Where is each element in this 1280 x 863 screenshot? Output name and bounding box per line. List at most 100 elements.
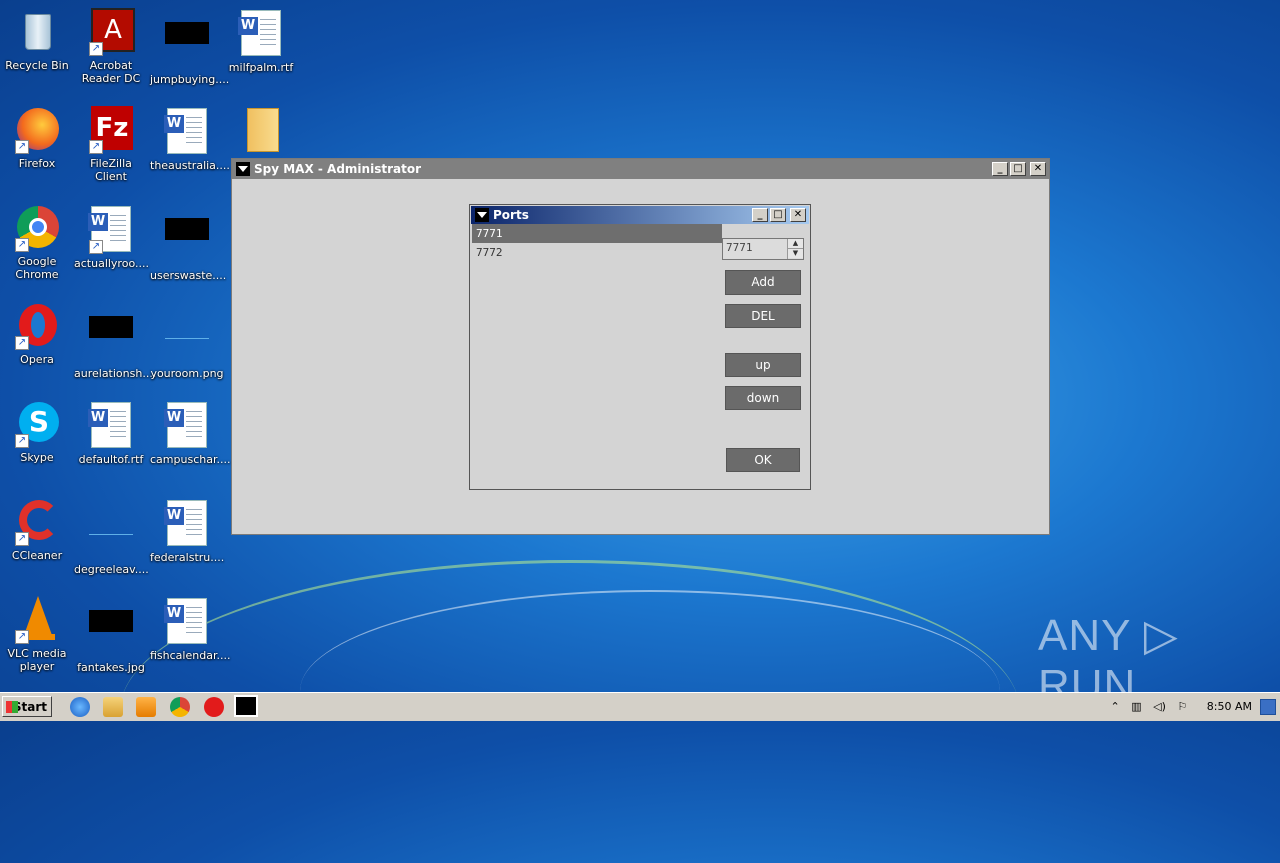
desktop-icon-redacted[interactable]: fantakes.jpg — [74, 596, 148, 674]
word-doc-icon: W — [87, 402, 135, 450]
ie-icon[interactable] — [70, 697, 90, 717]
chrome-taskbar-icon[interactable] — [170, 697, 190, 717]
desktop-icon-label: VLC media player — [7, 647, 67, 673]
desktop-icon-label: defaultof.rtf — [78, 453, 144, 466]
desktop-icon-label: degreeleav.... — [74, 563, 149, 576]
desktop-icon-vlc[interactable]: ↗ VLC media player — [0, 596, 74, 673]
spymax-taskbar-icon[interactable] — [234, 695, 258, 717]
recycle-bin-icon — [13, 8, 61, 56]
ccleaner-icon: ↗ — [13, 498, 61, 546]
desktop-icon-skype[interactable]: S ↗ Skype — [0, 400, 74, 464]
filezilla-icon: Fz ↗ — [87, 106, 135, 154]
windows-logo-icon — [6, 701, 18, 713]
desktop-icon-label: Firefox — [18, 157, 56, 170]
desktop-icon-image[interactable]: youroom.png — [150, 302, 224, 380]
desktop-icon-word[interactable]: W campuschar.... — [150, 400, 231, 466]
maximize-button[interactable]: □ — [770, 208, 786, 222]
vlc-icon: ↗ — [13, 596, 61, 644]
folder-icon — [237, 106, 285, 154]
desktop-icon-acrobat[interactable]: A ↗ Acrobat Reader DC — [74, 8, 148, 85]
action-center-flag-icon[interactable]: ⚐ — [1177, 700, 1187, 713]
image-file-icon — [87, 512, 135, 560]
desktop-icon-label: campuschar.... — [150, 453, 231, 466]
down-button[interactable]: down — [725, 386, 801, 410]
up-button[interactable]: up — [725, 353, 801, 377]
close-button[interactable]: ✕ — [1030, 162, 1046, 176]
add-button[interactable]: Add — [725, 270, 801, 295]
acrobat-icon: A ↗ — [87, 8, 135, 56]
del-button[interactable]: DEL — [725, 304, 801, 328]
desktop-icon-word[interactable]: W defaultof.rtf — [74, 400, 148, 466]
desktop-icon-label: Google Chrome — [15, 255, 59, 281]
desktop-icon-folder[interactable] — [224, 106, 298, 157]
shortcut-arrow-icon: ↗ — [89, 140, 103, 154]
system-tray: ⌃ ▥ ◁) ⚐ 8:50 AM — [1111, 696, 1252, 718]
ports-dialog-titlebar[interactable]: Ports _ □ ✕ — [471, 206, 809, 224]
show-hidden-icons-icon[interactable]: ⌃ — [1111, 700, 1120, 713]
app-icon — [475, 208, 489, 222]
network-icon[interactable]: ▥ — [1131, 700, 1141, 713]
spin-up-icon[interactable]: ▲ — [788, 239, 803, 249]
port-spinbox[interactable]: 7771 ▲ ▼ — [722, 238, 804, 260]
shortcut-arrow-icon: ↗ — [15, 630, 29, 644]
port-spin-value[interactable]: 7771 — [726, 241, 753, 254]
desktop-icon-recycle-bin[interactable]: Recycle Bin — [0, 8, 74, 72]
desktop-icon-label: Skype — [20, 451, 54, 464]
desktop-icon-word[interactable]: W milfpalm.rtf — [224, 8, 298, 74]
shortcut-arrow-icon: ↗ — [15, 238, 29, 252]
main-window-title: Spy MAX - Administrator — [254, 162, 421, 176]
word-doc-icon: W — [163, 598, 211, 646]
desktop-icon-label: actuallyroo.... — [74, 257, 149, 270]
maximize-button[interactable]: □ — [1010, 162, 1026, 176]
list-item[interactable]: 7772 — [472, 243, 722, 262]
spin-down-icon[interactable]: ▼ — [788, 249, 803, 258]
app-icon — [236, 162, 250, 176]
desktop-icon-opera[interactable]: ↗ Opera — [0, 302, 74, 366]
list-item[interactable]: 7771 — [472, 224, 722, 243]
explorer-icon[interactable] — [103, 697, 123, 717]
volume-icon[interactable]: ◁) — [1153, 700, 1166, 713]
ports-list[interactable]: 7771 7772 — [472, 224, 722, 486]
desktop-icon-label: fishcalendar.... — [150, 649, 231, 662]
show-desktop-button[interactable] — [1260, 699, 1276, 715]
word-doc-icon: W — [163, 402, 211, 450]
main-window-titlebar[interactable]: Spy MAX - Administrator _ □ ✕ — [232, 159, 1049, 179]
shortcut-arrow-icon: ↗ — [15, 140, 29, 154]
desktop-icon-label: theaustralia.... — [150, 159, 230, 172]
image-file-icon — [163, 316, 211, 364]
redacted-file-icon — [87, 610, 135, 658]
desktop-icon-word[interactable]: W fishcalendar.... — [150, 596, 231, 662]
desktop-icon-label: federalstru.... — [150, 551, 225, 564]
opera-icon: ↗ — [13, 302, 61, 350]
desktop-icon-word[interactable]: W federalstru.... — [150, 498, 224, 564]
media-player-icon[interactable] — [136, 697, 156, 717]
redacted-file-icon — [87, 316, 135, 364]
ok-button[interactable]: OK — [726, 448, 800, 472]
minimize-button[interactable]: _ — [992, 162, 1008, 176]
desktop-icon-redacted[interactable]: aurelationsh.... — [74, 302, 156, 380]
desktop-icon-redacted[interactable]: jumpbuying.... — [150, 8, 230, 86]
desktop-icon-filezilla[interactable]: Fz ↗ FileZilla Client — [74, 106, 148, 183]
desktop-icon-label: jumpbuying.... — [150, 73, 230, 86]
word-doc-icon: W — [237, 10, 285, 58]
minimize-button[interactable]: _ — [752, 208, 768, 222]
clock[interactable]: 8:50 AM — [1207, 700, 1252, 713]
desktop-icon-chrome[interactable]: ↗ Google Chrome — [0, 204, 74, 281]
desktop-icon-word[interactable]: W ↗ actuallyroo.... — [74, 204, 149, 270]
word-doc-icon: W — [163, 500, 211, 548]
desktop-icon-word[interactable]: W theaustralia.... — [150, 106, 230, 172]
desktop-icon-label: FileZilla Client — [90, 157, 132, 183]
start-button[interactable]: Start — [2, 696, 52, 717]
word-doc-icon: W — [163, 108, 211, 156]
opera-taskbar-icon[interactable] — [204, 697, 224, 717]
desktop-icon-image[interactable]: degreeleav.... — [74, 498, 149, 576]
close-button[interactable]: ✕ — [790, 208, 806, 222]
desktop-icon-redacted[interactable]: userswaste.... — [150, 204, 226, 282]
skype-icon: S ↗ — [13, 400, 61, 448]
shortcut-arrow-icon: ↗ — [15, 434, 29, 448]
desktop-icon-ccleaner[interactable]: ↗ CCleaner — [0, 498, 74, 562]
redacted-file-icon — [163, 218, 211, 266]
desktop-icon-firefox[interactable]: ↗ Firefox — [0, 106, 74, 170]
shortcut-arrow-icon: ↗ — [89, 240, 103, 254]
ports-dialog-title: Ports — [493, 208, 529, 222]
